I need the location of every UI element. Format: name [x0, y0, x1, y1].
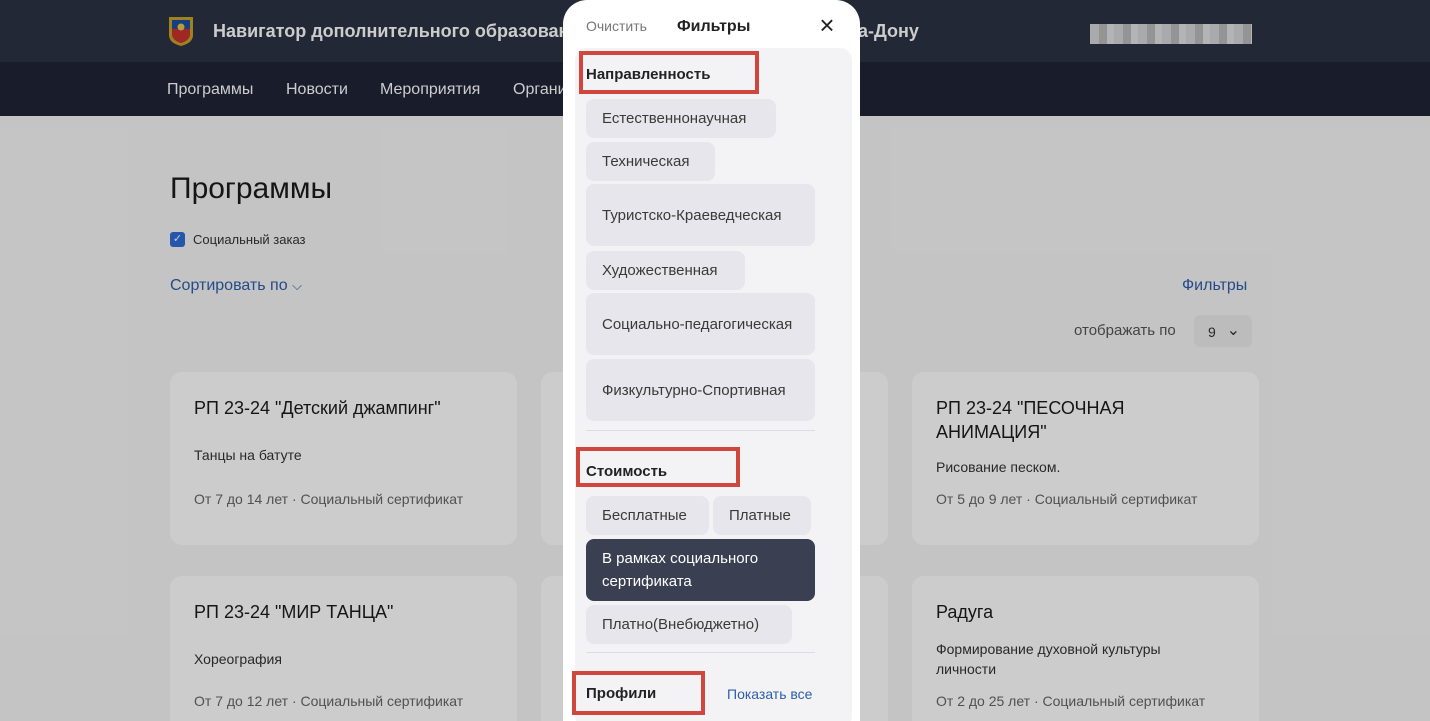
divider [586, 652, 815, 653]
filter-chip-arts[interactable]: Художественная [586, 251, 745, 290]
filters-modal: Очистить Фильтры × Направленность Естест… [563, 0, 860, 721]
modal-title: Фильтры [677, 18, 751, 35]
clear-filters-button[interactable]: Очистить [586, 18, 647, 34]
filter-chip-technical[interactable]: Техническая [586, 142, 715, 181]
chip-label: Социально-педагогическая [602, 315, 793, 333]
filter-chip-social-pedagogical[interactable]: Социально-педагогическая [586, 293, 815, 355]
filter-chip-tourism[interactable]: Туристско-Краеведческая [586, 184, 815, 246]
chip-label: Платно(Внебюджетно) [602, 616, 760, 633]
chip-label: Платные [729, 507, 791, 524]
chip-label: Естественнонаучная [602, 110, 747, 127]
show-all-profiles-link[interactable]: Показать все [727, 686, 812, 702]
filter-chip-paid[interactable]: Платные [713, 496, 811, 535]
filter-chip-free[interactable]: Бесплатные [586, 496, 709, 535]
divider [586, 430, 815, 431]
highlight-box [572, 671, 705, 715]
chip-label: В рамках социального сертификата [602, 550, 759, 590]
chip-label: Физкультурно-Спортивная [602, 381, 786, 399]
filter-chip-sports[interactable]: Физкультурно-Спортивная [586, 359, 815, 421]
chip-label: Художественная [602, 262, 718, 279]
chip-label: Туристско-Краеведческая [602, 206, 782, 224]
highlight-box [579, 51, 759, 94]
filter-chip-natural-science[interactable]: Естественнонаучная [586, 99, 776, 138]
filter-chip-paid-extra-budget[interactable]: Платно(Внебюджетно) [586, 605, 792, 644]
chip-label: Техническая [602, 153, 690, 170]
highlight-box [576, 447, 740, 487]
chip-label: Бесплатные [602, 507, 687, 524]
close-icon[interactable]: × [816, 12, 838, 38]
filter-chip-social-certificate[interactable]: В рамках социального сертификата [586, 539, 815, 601]
